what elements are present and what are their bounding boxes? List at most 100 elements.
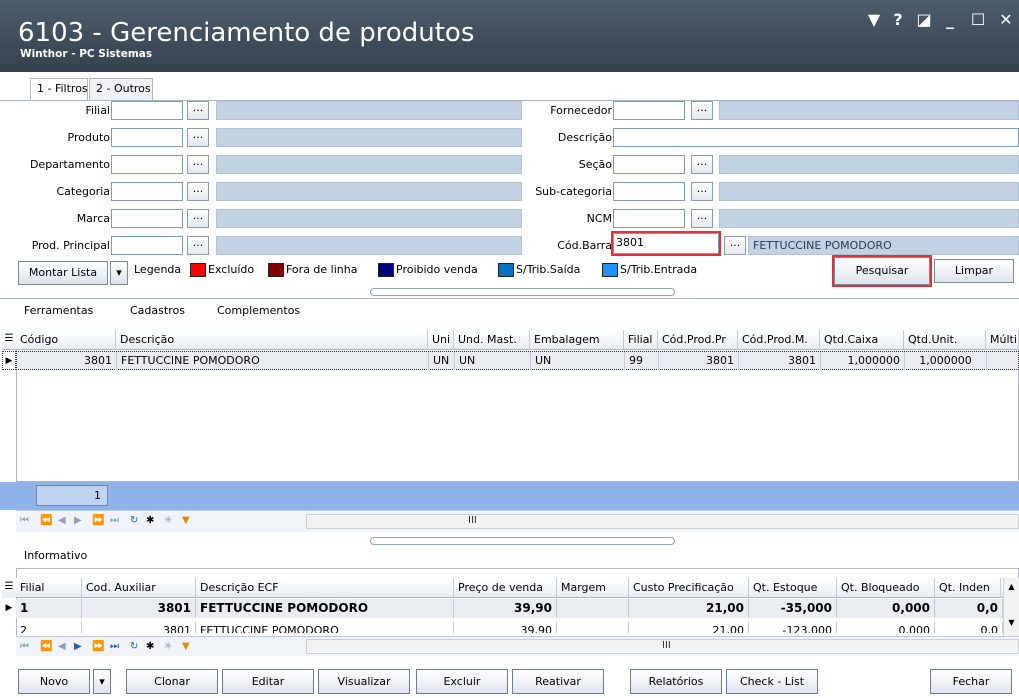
info-nav-first-icon[interactable]: ⏮ xyxy=(20,641,29,653)
nav-last-icon[interactable]: ⏭ xyxy=(110,515,119,527)
secao-lookup-button[interactable]: ... xyxy=(691,155,713,174)
info-splitter[interactable] xyxy=(370,537,675,545)
table-row[interactable]: 2 3801 FETTUCCINE POMODORO 39,90 21,00 -… xyxy=(16,619,1003,633)
descricao-input[interactable] xyxy=(613,128,1019,147)
dropdown-icon[interactable]: ▼ xyxy=(864,6,884,34)
info-col-qt-inden[interactable]: Qt. Inden xyxy=(935,578,1001,598)
info-nav-filter-icon[interactable]: ▼ xyxy=(182,641,190,653)
prod-principal-input[interactable] xyxy=(111,236,183,255)
nav-prev-icon[interactable]: ◀ xyxy=(58,515,66,527)
montar-lista-dropdown-icon[interactable]: ▾ xyxy=(110,261,128,285)
info-grid-header: Filial Cod. Auxiliar Descrição ECF Preço… xyxy=(16,578,1019,598)
info-col-custo-precificacao[interactable]: Custo Precificação xyxy=(629,578,749,598)
help-icon[interactable]: ? xyxy=(888,6,908,34)
departamento-input[interactable] xyxy=(111,155,183,174)
novo-dropdown-icon[interactable]: ▾ xyxy=(93,669,111,694)
col-und-mast[interactable]: Und. Mast. xyxy=(454,330,530,350)
departamento-lookup-button[interactable]: ... xyxy=(187,155,209,174)
clonar-button[interactable]: Clonar xyxy=(126,669,218,694)
produto-lookup-button[interactable]: ... xyxy=(187,128,209,147)
col-qtd-caixa[interactable]: Qtd.Caixa xyxy=(820,330,904,350)
grid-footer xyxy=(0,482,1019,510)
excluir-button[interactable]: Excluir xyxy=(416,669,508,694)
info-nav-next-page-icon[interactable]: ⏩ xyxy=(92,641,104,653)
tab-outros[interactable]: 2 - Outros xyxy=(89,78,153,100)
info-col-filial[interactable]: Filial xyxy=(16,578,82,598)
nav-next-page-icon[interactable]: ⏩ xyxy=(92,515,104,527)
column-chooser-icon[interactable]: ☰ xyxy=(2,330,16,350)
info-nav-refresh-icon[interactable]: ↻ xyxy=(130,641,138,653)
nav-next-icon[interactable]: ▶ xyxy=(74,515,82,527)
nav-first-icon[interactable]: ⏮ xyxy=(20,515,29,527)
info-vscroll[interactable]: ▲ ▼ xyxy=(1003,578,1019,638)
col-multi[interactable]: Múlti xyxy=(986,330,1019,350)
ncm-lookup-button[interactable]: ... xyxy=(691,209,713,228)
novo-button[interactable]: Novo xyxy=(18,669,90,694)
categoria-input[interactable] xyxy=(111,182,183,201)
col-embalagem[interactable]: Embalagem xyxy=(530,330,624,350)
info-col-qt-estoque[interactable]: Qt. Estoque xyxy=(749,578,837,598)
info-nav-next-icon[interactable]: ▶ xyxy=(74,641,82,653)
close-icon[interactable]: ✕ xyxy=(996,6,1016,34)
checklist-button[interactable]: Check - List xyxy=(726,669,818,694)
subcategoria-input[interactable] xyxy=(613,182,685,201)
col-filial[interactable]: Filial xyxy=(624,330,658,350)
info-nav-last-icon[interactable]: ⏭ xyxy=(110,641,119,653)
minimize-icon[interactable]: _ xyxy=(940,6,960,34)
maximize-icon[interactable]: ☐ xyxy=(968,6,988,34)
info-nav-prev-icon[interactable]: ◀ xyxy=(58,641,66,653)
col-qtd-unit[interactable]: Qtd.Unit. xyxy=(904,330,986,350)
marca-input[interactable] xyxy=(111,209,183,228)
info-nav-delete-icon[interactable]: ✳ xyxy=(164,641,172,653)
filial-lookup-button[interactable]: ... xyxy=(187,101,209,120)
info-col-cod-auxiliar[interactable]: Cod. Auxiliar xyxy=(82,578,196,598)
nav-prev-page-icon[interactable]: ⏪ xyxy=(40,515,52,527)
table-row[interactable]: 1 3801 FETTUCCINE POMODORO 39,90 21,00 -… xyxy=(16,599,1003,618)
ncm-input[interactable] xyxy=(613,209,685,228)
product-grid-hscroll[interactable] xyxy=(306,514,1019,529)
col-cod-prod-pr[interactable]: Cód.Prod.Pr xyxy=(658,330,738,350)
col-cod-prod-m[interactable]: Cód.Prod.M. xyxy=(738,330,820,350)
legend-swatch-strib-saida xyxy=(498,263,514,277)
nav-filter-icon[interactable]: ▼ xyxy=(182,515,190,527)
info-col-preco-venda[interactable]: Preço de venda xyxy=(454,578,557,598)
fornecedor-lookup-button[interactable]: ... xyxy=(691,101,713,120)
tab-filtros[interactable]: 1 - Filtros xyxy=(30,78,88,101)
limpar-button[interactable]: Limpar xyxy=(934,259,1014,283)
info-col-qt-bloqueado[interactable]: Qt. Bloqueado xyxy=(837,578,935,598)
relatorios-button[interactable]: Relatórios xyxy=(630,669,722,694)
info-column-chooser-icon[interactable]: ☰ xyxy=(2,578,16,598)
fornecedor-input[interactable] xyxy=(613,101,685,120)
col-uni[interactable]: Uni xyxy=(428,330,454,350)
nav-insert-icon[interactable]: ✱ xyxy=(146,515,154,527)
prod-principal-lookup-button[interactable]: ... xyxy=(187,236,209,255)
menu-cadastros[interactable]: Cadastros xyxy=(130,304,185,317)
info-nav-prev-page-icon[interactable]: ⏪ xyxy=(40,641,52,653)
menu-complementos[interactable]: Complementos xyxy=(217,304,300,317)
pesquisar-button[interactable]: Pesquisar xyxy=(832,255,932,287)
col-codigo[interactable]: Código xyxy=(16,330,116,350)
secao-input[interactable] xyxy=(613,155,685,174)
menu-ferramentas[interactable]: Ferramentas xyxy=(24,304,93,317)
filial-input[interactable] xyxy=(111,101,183,120)
col-descricao[interactable]: Descrição xyxy=(116,330,428,350)
table-row[interactable]: 3801 FETTUCCINE POMODORO UN UN UN 99 380… xyxy=(16,351,1019,371)
subcategoria-lookup-button[interactable]: ... xyxy=(691,182,713,201)
cod-barra-lookup-button[interactable]: ... xyxy=(724,236,746,255)
categoria-lookup-button[interactable]: ... xyxy=(187,182,209,201)
fechar-button[interactable]: Fechar xyxy=(930,669,1012,694)
reativar-button[interactable]: Reativar xyxy=(512,669,604,694)
nav-delete-icon[interactable]: ✳ xyxy=(164,515,172,527)
editar-button[interactable]: Editar xyxy=(222,669,314,694)
cod-barra-input[interactable]: 3801 xyxy=(611,231,721,256)
marca-lookup-button[interactable]: ... xyxy=(187,209,209,228)
info-col-margem[interactable]: Margem xyxy=(557,578,629,598)
montar-lista-button[interactable]: Montar Lista xyxy=(18,261,108,285)
visualizar-button[interactable]: Visualizar xyxy=(318,669,410,694)
info-nav-insert-icon[interactable]: ✱ xyxy=(146,641,154,653)
nav-refresh-icon[interactable]: ↻ xyxy=(130,515,138,527)
produto-input[interactable] xyxy=(111,128,183,147)
info-col-descricao-ecf[interactable]: Descrição ECF xyxy=(196,578,454,598)
filter-splitter[interactable] xyxy=(370,288,675,296)
restore-icon[interactable]: ◪ xyxy=(914,6,934,34)
